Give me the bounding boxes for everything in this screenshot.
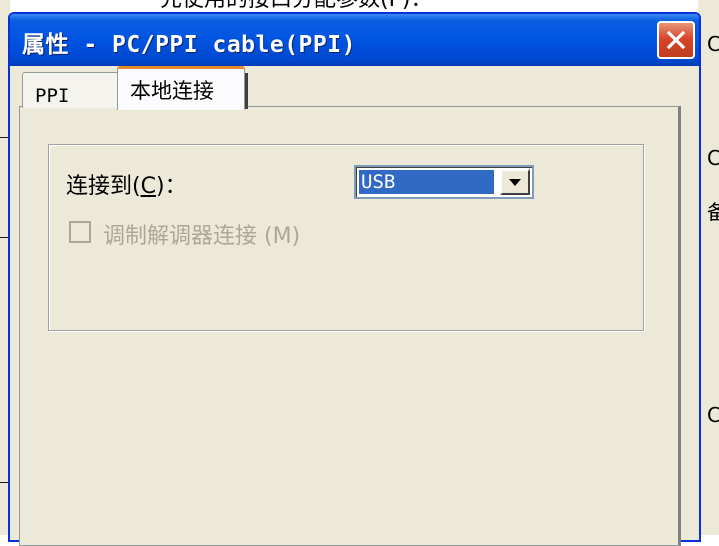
- connect-to-select[interactable]: USB: [354, 165, 534, 199]
- background-char: C: [707, 32, 719, 56]
- connect-to-selected-value: USB: [358, 169, 495, 195]
- background-right-strip: [698, 0, 719, 535]
- background-char: C: [707, 146, 719, 170]
- dialog-title: 属性 - PC/PPI cable(PPI): [22, 32, 356, 58]
- close-button[interactable]: [657, 21, 695, 59]
- tab-ppi[interactable]: PPI: [22, 72, 120, 108]
- modem-connection-checkbox[interactable]: [69, 221, 91, 243]
- modem-connection-label: 调制解调器连接 (M): [103, 224, 301, 249]
- chevron-down-icon: [509, 179, 521, 186]
- close-icon: [666, 30, 686, 50]
- background-text: 先使用的接口分配参数(P)：: [160, 0, 670, 12]
- background-char: C: [707, 403, 719, 427]
- connect-to-mnemonic: C: [140, 174, 156, 199]
- title-bar[interactable]: 属性 - PC/PPI cable(PPI): [10, 14, 699, 66]
- dropdown-button[interactable]: [500, 169, 530, 195]
- tab-local-connection[interactable]: 本地连接: [117, 66, 248, 110]
- background-char: 备: [707, 200, 719, 224]
- connect-to-label: 连接到(C)：: [66, 174, 187, 199]
